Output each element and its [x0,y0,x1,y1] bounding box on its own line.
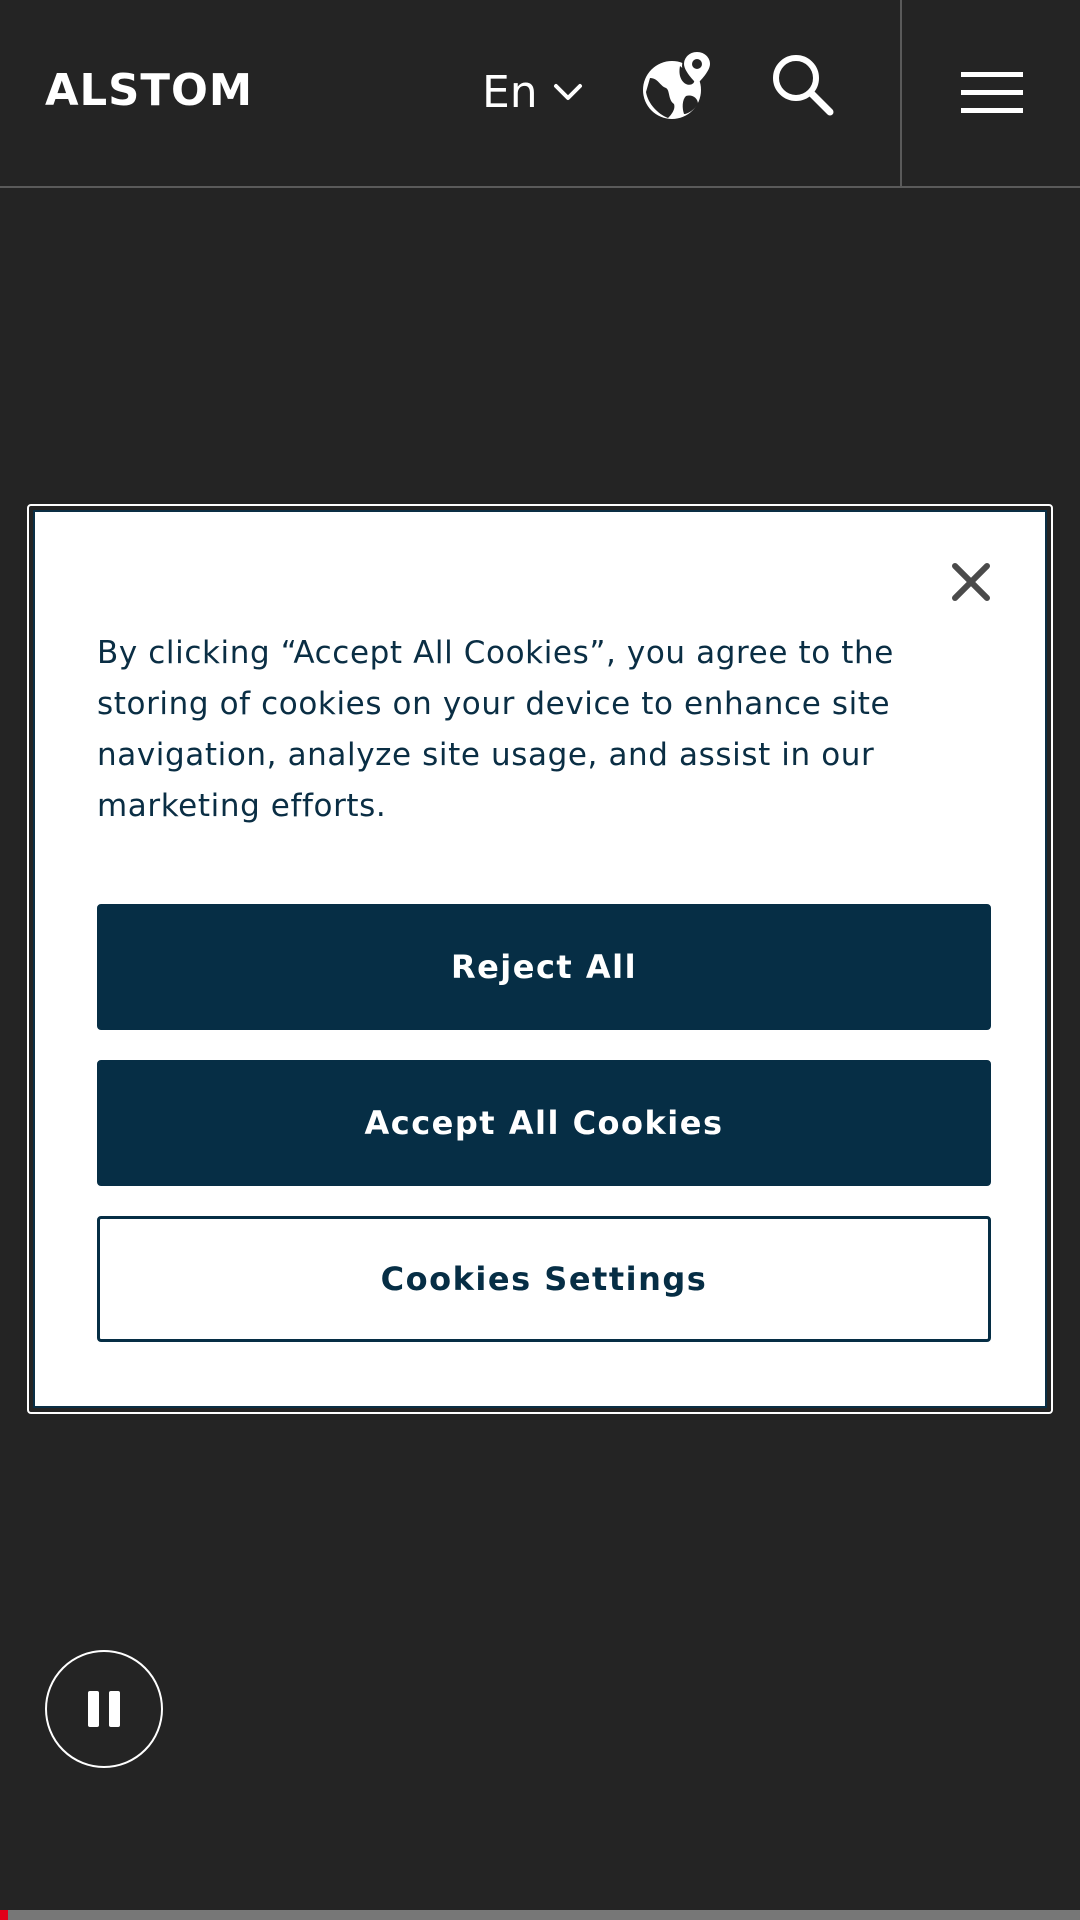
cookie-policy-text: By clicking “Accept All Cookies”, you ag… [97,635,894,824]
reject-all-button[interactable]: Reject All [97,904,991,1030]
hamburger-menu-icon[interactable] [961,72,1023,114]
globe-location-icon[interactable] [640,48,714,122]
media-progress-bar[interactable] [0,1910,1080,1920]
search-icon[interactable] [770,52,834,116]
alstom-logo-mark: ALSTOM [45,65,253,114]
header-divider [900,0,902,186]
cookie-consent-dialog: By clicking “Accept All Cookies”, you ag… [27,504,1053,1414]
page: ALSTOM En By clicking “Accept All Cookie… [0,0,1080,1920]
alstom-logo[interactable]: ALSTOM [45,56,255,122]
accept-all-cookies-button[interactable]: Accept All Cookies [97,1060,991,1186]
site-header: ALSTOM En [0,0,1080,188]
pause-icon [88,1691,120,1727]
cookies-settings-button[interactable]: Cookies Settings [97,1216,991,1342]
language-label: En [482,66,538,118]
close-icon[interactable] [951,562,991,602]
media-progress-fill [0,1910,8,1920]
pause-button[interactable] [45,1650,163,1768]
chevron-down-icon [553,84,582,100]
language-selector[interactable]: En [482,62,584,122]
logo-text: ALSTOM [45,65,253,114]
cookie-consent-panel: By clicking “Accept All Cookies”, you ag… [33,510,1047,1408]
